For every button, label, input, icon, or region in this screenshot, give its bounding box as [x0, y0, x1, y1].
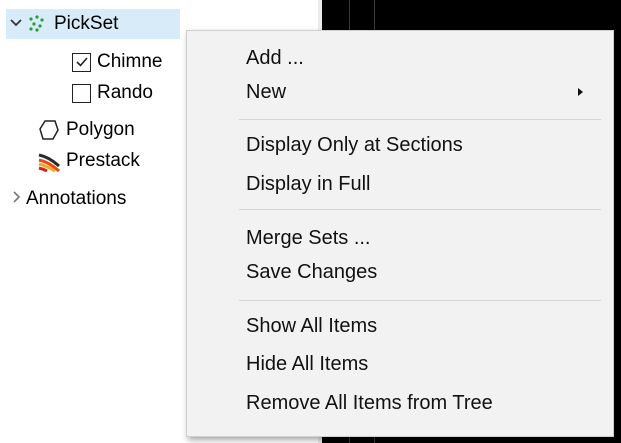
menu-item-label: New: [246, 80, 287, 103]
checkbox-checked[interactable]: [72, 52, 91, 72]
tree-item-label: PickSet: [54, 13, 119, 34]
chevron-down-icon[interactable]: [6, 15, 26, 33]
menu-item-label: Merge Sets ...: [246, 226, 371, 249]
menu-item-label: Save Changes: [246, 260, 378, 283]
menu-item-save-changes[interactable]: Save Changes: [187, 255, 613, 289]
polygon-icon: [38, 119, 60, 141]
tree-item-polygon[interactable]: Polygon: [38, 115, 135, 145]
menu-item-new[interactable]: New: [187, 75, 613, 109]
context-menu: Add ... New Display Only at Sections Dis…: [186, 30, 614, 437]
tree-item-prestack[interactable]: Prestack: [38, 146, 140, 176]
tree-item-label: Annotations: [26, 188, 127, 209]
menu-item-show-all-items[interactable]: Show All Items: [187, 309, 613, 343]
menu-item-label: Show All Items: [246, 314, 378, 337]
tree-item-pickset[interactable]: PickSet: [6, 9, 180, 39]
menu-item-add[interactable]: Add ...: [187, 41, 613, 75]
tree-item-label: Prestack: [66, 150, 140, 171]
menu-item-hide-all-items[interactable]: Hide All Items: [187, 347, 613, 381]
menu-item-remove-all-items-from-tree[interactable]: Remove All Items from Tree: [187, 386, 613, 420]
menu-separator: [239, 209, 601, 210]
tree-item-chimney[interactable]: Chimne: [72, 47, 162, 77]
menu-separator: [239, 119, 601, 120]
tree-item-random[interactable]: Rando: [72, 78, 153, 108]
menu-separator: [239, 300, 601, 301]
menu-item-label: Display Only at Sections: [246, 133, 463, 156]
tree-item-annotations[interactable]: Annotations: [6, 184, 126, 214]
checkbox-unchecked[interactable]: [72, 83, 91, 103]
prestack-icon: [38, 150, 60, 172]
menu-item-display-in-full[interactable]: Display in Full: [187, 167, 613, 201]
tree-item-label: Chimne: [97, 51, 163, 72]
menu-item-display-only-at-sections[interactable]: Display Only at Sections: [187, 128, 613, 162]
tree-item-label: Polygon: [66, 119, 135, 140]
submenu-arrow-icon: [578, 88, 583, 96]
pickset-icon: [26, 13, 48, 35]
menu-item-label: Add ...: [246, 46, 304, 69]
tree-item-label: Rando: [97, 82, 153, 103]
chevron-right-icon[interactable]: [6, 190, 26, 209]
menu-item-label: Display in Full: [246, 172, 371, 195]
menu-item-merge-sets[interactable]: Merge Sets ...: [187, 221, 613, 255]
menu-item-label: Hide All Items: [246, 352, 369, 375]
menu-item-label: Remove All Items from Tree: [246, 391, 493, 414]
